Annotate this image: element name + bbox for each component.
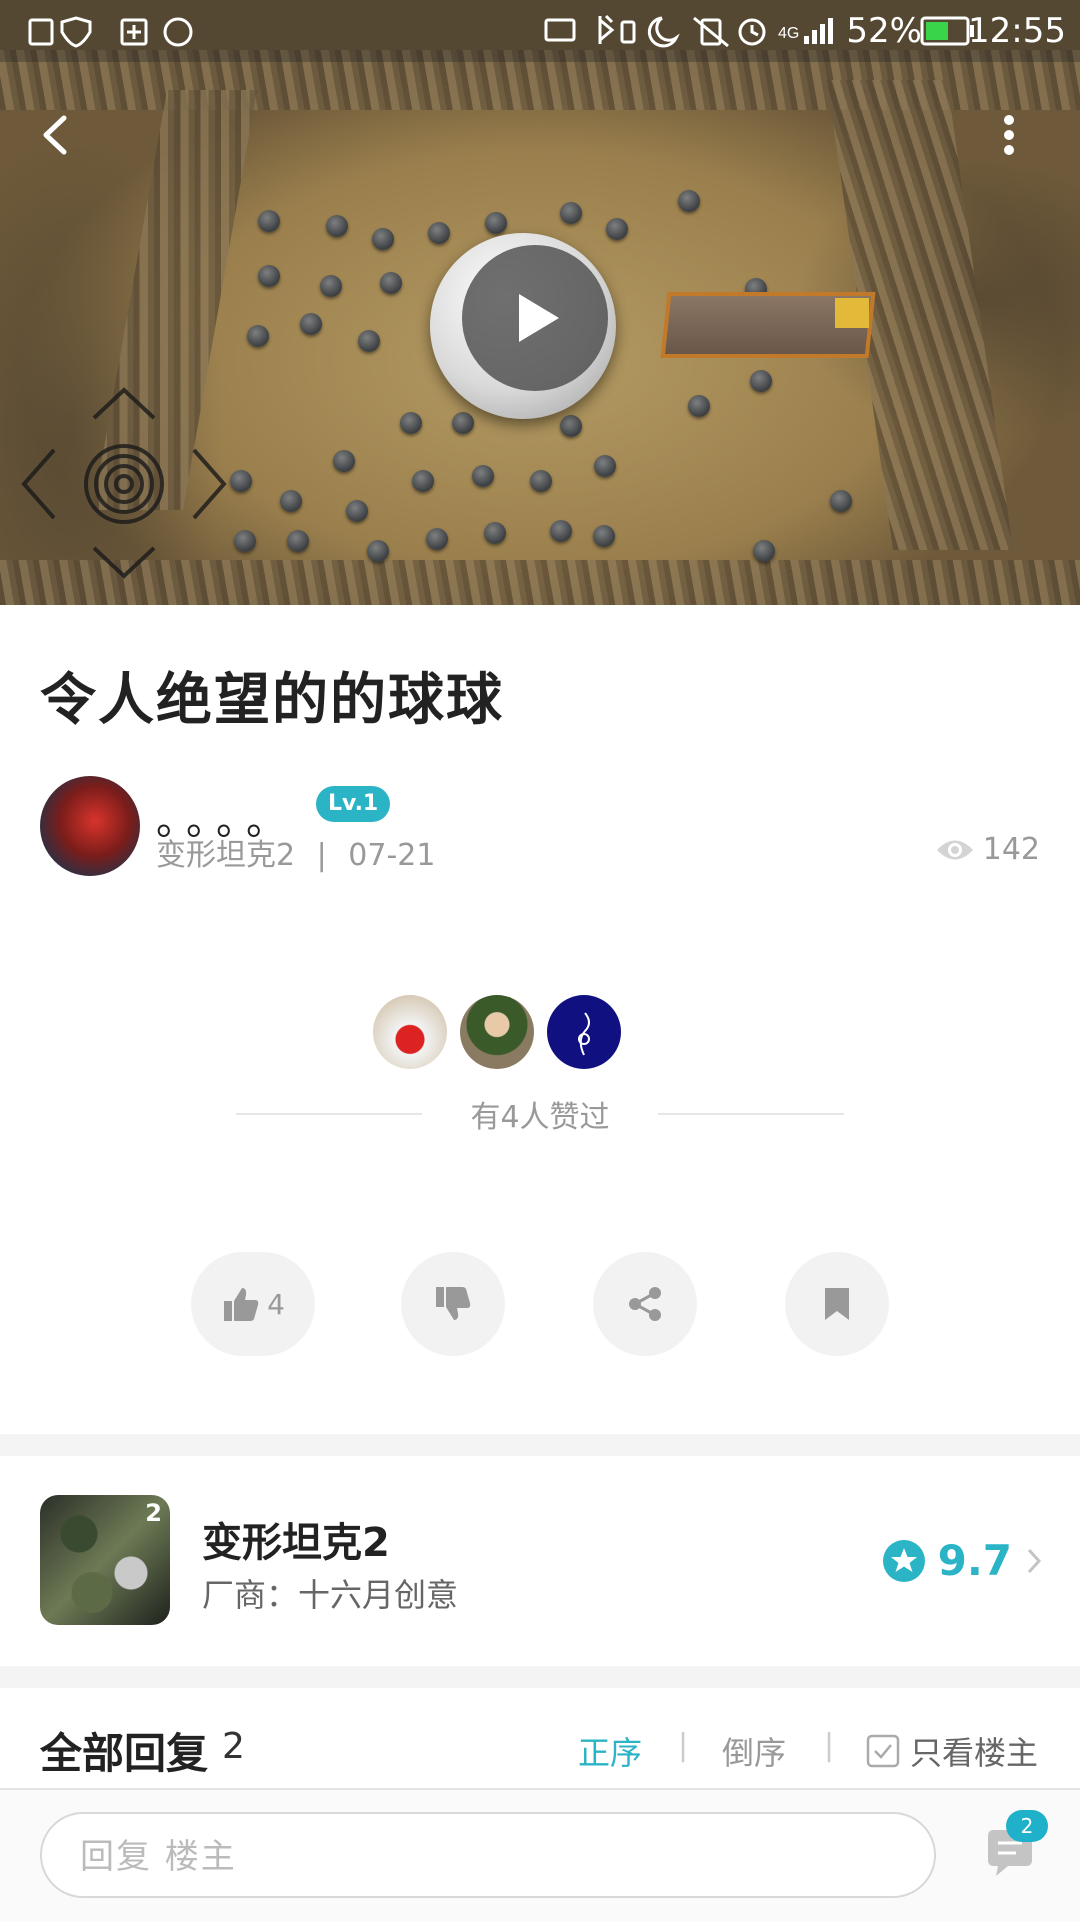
meta-separator: | xyxy=(316,838,327,873)
notification-icons xyxy=(28,16,193,48)
play-button[interactable] xyxy=(462,245,608,391)
like-button[interactable]: 4 xyxy=(191,1252,315,1356)
clock: 12:55 xyxy=(968,11,1066,51)
game-vendor: 厂商：十六月创意 xyxy=(202,1576,459,1614)
eye-icon xyxy=(936,840,973,859)
more-button[interactable] xyxy=(994,110,1024,160)
sort-desc-tab[interactable]: 倒序 xyxy=(722,1728,786,1774)
chevron-right-icon xyxy=(1027,1548,1042,1573)
share-icon xyxy=(629,1287,661,1321)
post-meta: 变形坦克2 | 07-21 xyxy=(156,830,435,874)
replies-count: 2 xyxy=(222,1726,245,1767)
play-icon xyxy=(519,294,559,342)
dpad-icon xyxy=(21,387,227,579)
game-name: 变形坦克2 xyxy=(202,1520,390,1566)
replies-title: 全部回复 xyxy=(40,1729,209,1778)
sort-asc-tab[interactable]: 正序 xyxy=(578,1728,642,1774)
status-bar: 4G 52% 12:55 xyxy=(0,0,1080,62)
liker-avatar[interactable] xyxy=(547,995,621,1069)
rating-value: 9.7 xyxy=(937,1536,1012,1585)
system-icons: 4G xyxy=(544,14,833,48)
checkbox-icon xyxy=(866,1734,900,1768)
back-icon xyxy=(43,115,67,155)
view-count: 142 xyxy=(935,832,1040,867)
star-icon xyxy=(882,1539,925,1582)
more-vert-icon xyxy=(1004,115,1014,155)
author-avatar[interactable] xyxy=(40,776,140,876)
comment-count-badge: 2 xyxy=(1006,1810,1048,1842)
level-badge: Lv.1 xyxy=(316,786,391,822)
game-icon-badge: 2 xyxy=(145,1499,162,1527)
only-op-toggle[interactable]: 只看楼主 xyxy=(866,1728,1038,1774)
bookmark-button[interactable] xyxy=(785,1252,889,1356)
reply-input[interactable]: 回复 楼主 xyxy=(40,1812,936,1898)
game-tag[interactable]: 变形坦克2 xyxy=(156,838,295,873)
back-button[interactable] xyxy=(36,110,76,160)
like-count: 4 xyxy=(267,1287,285,1321)
game-icon[interactable]: 2 xyxy=(40,1495,170,1625)
post-date: 07-21 xyxy=(348,838,436,873)
video-player[interactable]: 4G 52% 12:55 xyxy=(0,0,1080,605)
dislike-button[interactable] xyxy=(401,1252,505,1356)
sprout-icon xyxy=(578,1012,590,1056)
liker-avatar[interactable] xyxy=(373,995,447,1069)
only-op-label: 只看楼主 xyxy=(910,1734,1039,1772)
likes-summary: 有4人赞过 xyxy=(470,1100,610,1135)
liker-avatar[interactable] xyxy=(460,995,534,1069)
battery-percent: 52% xyxy=(846,11,922,51)
bookmark-icon xyxy=(825,1288,849,1320)
view-count-value: 142 xyxy=(982,832,1040,867)
svg-text:4G: 4G xyxy=(778,25,799,42)
thumb-down-icon xyxy=(436,1287,471,1320)
post-title: 令人绝望的的球球 xyxy=(40,668,504,733)
share-button[interactable] xyxy=(593,1252,697,1356)
thumb-up-icon xyxy=(224,1288,259,1321)
game-rating[interactable]: 9.7 xyxy=(882,1536,1044,1585)
